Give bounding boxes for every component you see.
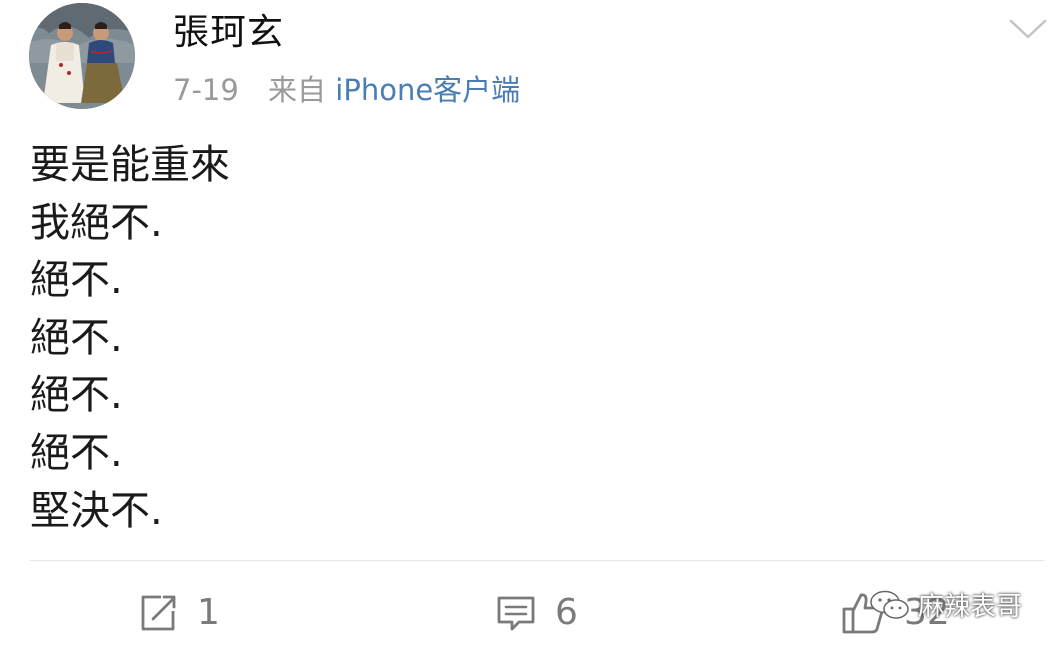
post-meta: 7-19 来自 iPhone客户端 [173,70,520,110]
post-date: 7-19 [173,73,239,107]
source-prefix: 来自 [268,73,327,107]
watermark-text: 麻辣表哥 [918,592,1023,622]
repost-button[interactable]: 1 [137,585,220,640]
post-line: 堅決不. [30,487,163,534]
post-line: 絕不. [30,372,123,419]
comment-count: 6 [555,592,578,633]
avatar-image [29,3,135,109]
post-line: 我絕不. [30,199,163,246]
avatar[interactable] [29,3,135,109]
comment-button[interactable]: 6 [495,585,578,640]
comment-icon [495,592,537,634]
post-line: 要是能重來 [30,142,230,188]
post-line: 絕不. [30,314,123,361]
chevron-down-icon[interactable] [1008,16,1048,42]
source-link[interactable]: iPhone客户端 [335,73,520,107]
username[interactable]: 張珂玄 [173,10,284,56]
post-line: 絕不. [30,257,123,304]
watermark: 麻辣表哥 [868,586,1022,623]
repost-count: 1 [197,592,220,633]
post-line: 絕不. [30,429,123,476]
weibo-post: 張珂玄 7-19 来自 iPhone客户端 要是能重來 我絕不. 絕不. 絕不.… [0,0,1058,647]
post-text: 要是能重來 我絕不. 絕不. 絕不. 絕不. 絕不. 堅決不. [30,137,1010,540]
divider [30,560,1044,561]
repost-icon [137,592,179,634]
wechat-icon [868,589,912,621]
